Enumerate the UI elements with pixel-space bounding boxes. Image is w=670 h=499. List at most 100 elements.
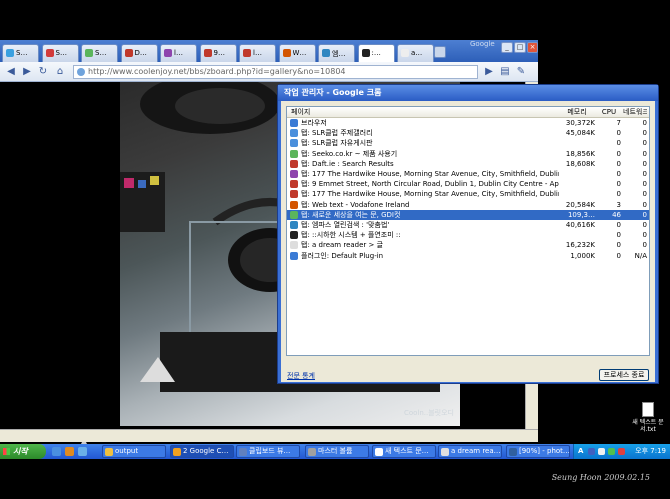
cell-page: 브라우저 (301, 119, 327, 127)
cell-cpu: 0 (616, 170, 621, 178)
cell-memory: 20,584K (565, 200, 595, 209)
taskbar-app-icon (173, 448, 181, 456)
browser-tab[interactable]: S… (41, 44, 79, 62)
horizontal-scrollbar[interactable] (0, 429, 538, 442)
cell-network: N/A (634, 251, 647, 260)
wrench-icon[interactable]: ✎ (514, 65, 528, 79)
cell-network: 0 (642, 180, 647, 189)
taskbar-button[interactable]: 2 Google C… (170, 445, 234, 458)
stats-for-nerds-link[interactable]: 전문 통계 (287, 371, 315, 381)
taskbar-button[interactable]: a dream rea… (438, 445, 502, 458)
minimize-button[interactable]: _ (501, 42, 513, 53)
table-row[interactable]: 플러그인: Default Plug-in 1,000K 0 N/A (287, 251, 649, 262)
browser-tab[interactable]: W… (278, 44, 316, 62)
tab-favicon-icon (164, 49, 172, 57)
browser-tab[interactable]: :… (357, 44, 395, 63)
col-network-header[interactable]: 네트워크 (623, 107, 647, 117)
cell-page: 탭: 177 The Hardwike House, Morning Star … (301, 170, 559, 178)
cell-memory: 40,616K (565, 221, 595, 229)
back-arrow-icon[interactable]: ◀ (4, 65, 18, 79)
table-row[interactable]: 브라우저 30,372K 7 0 (287, 118, 649, 129)
taskbar-button[interactable]: 클립보드 뷰… (236, 445, 300, 458)
table-row[interactable]: 탭: 엠파스 열린검색 : '맞춤법' 40,616K 0 0 (287, 220, 649, 231)
col-cpu-header[interactable]: CPU (597, 107, 621, 117)
quicklaunch-ie-icon[interactable] (52, 447, 61, 456)
cell-cpu: 7 (616, 119, 621, 127)
cell-cpu: 3 (616, 200, 621, 209)
taskbar-button-label: output (115, 447, 139, 455)
home-icon[interactable]: ⌂ (53, 65, 67, 79)
table-row[interactable]: 탭: a dream reader > 글 16,232K 0 0 (287, 240, 649, 251)
maximize-button[interactable]: □ (514, 42, 526, 53)
cell-memory: 18,856K (565, 149, 595, 158)
tab-label: :… (371, 49, 381, 57)
reload-icon[interactable]: ↻ (36, 65, 50, 79)
cell-network: 0 (642, 241, 647, 250)
browser-tab[interactable]: a… (397, 44, 434, 62)
tray-security-icon[interactable] (618, 448, 625, 455)
col-page-header[interactable]: 페이지 (291, 107, 559, 117)
end-process-button[interactable]: 프로세스 종료 (599, 369, 649, 381)
profile-label: Google (470, 40, 495, 48)
cell-network: 0 (642, 170, 647, 178)
table-row[interactable]: 탭: 9 Emmet Street, North Circular Road, … (287, 179, 649, 190)
system-tray: A 오후 7:19 (573, 444, 670, 459)
go-icon[interactable]: ▶ (482, 65, 496, 79)
table-row[interactable]: 탭: 177 The Hardwike House, Morning Star … (287, 189, 649, 200)
table-row[interactable]: 탭: Daft.ie : Search Results 18,608K 0 0 (287, 159, 649, 170)
browser-tab[interactable]: D… (120, 44, 158, 62)
taskbar-app-icon (441, 448, 449, 456)
page-menu-icon[interactable]: ▤ (498, 65, 512, 79)
language-indicator[interactable]: A (578, 444, 583, 459)
tray-ime-icon[interactable] (588, 448, 595, 455)
quicklaunch-desktop-icon[interactable] (78, 447, 87, 456)
taskbar-button-label: 마스터 볼륨 (318, 447, 353, 455)
table-row[interactable]: 탭: ::시하한 시스템 + 플연조미 :: 0 0 (287, 230, 649, 241)
address-bar[interactable]: http://www.coolenjoy.net/bbs/zboard.php?… (73, 65, 478, 79)
browser-tab[interactable]: S… (81, 44, 118, 62)
cell-cpu: 46 (612, 210, 621, 219)
text-file-icon (642, 402, 654, 417)
col-memory-header[interactable]: 메모리 (559, 107, 595, 117)
tab-favicon-icon (361, 49, 370, 57)
taskbar-button[interactable]: 새 텍스트 문… (372, 445, 436, 458)
browser-tab[interactable]: l… (160, 44, 197, 62)
cell-network: 0 (642, 139, 647, 148)
table-row[interactable]: 탭: SLR클럽 자유게시판 0 0 (287, 138, 649, 149)
table-row[interactable]: 탭: 177 The Hardwike House, Morning Star … (287, 169, 649, 180)
cell-page: 탭: Web text - Vodafone Ireland (301, 200, 410, 209)
tab-strip: S… S… S… D… l… 9… l… W… 엠…:… a… Google _ □ × (0, 40, 538, 63)
desktop-text-file-icon[interactable]: 새 텍스트 문서.txt (628, 402, 668, 433)
browser-tab[interactable]: 9… (199, 44, 237, 62)
tab-favicon-icon (6, 49, 14, 57)
tab-label: l… (253, 49, 262, 57)
table-row[interactable]: 탭: Seeko.co.kr ~ 제품 사용기 18,856K 0 0 (287, 149, 649, 160)
taskbar-app-icon (375, 448, 383, 456)
cell-network: 0 (642, 200, 647, 209)
browser-tab[interactable]: l… (239, 44, 276, 62)
cell-memory: 30,372K (565, 119, 595, 127)
taskbar-button-label: 새 텍스트 문… (385, 447, 429, 455)
table-row[interactable]: 탭: Web text - Vodafone Ireland 20,584K 3 0 (287, 200, 649, 211)
close-button[interactable]: × (527, 42, 538, 53)
taskbar-button[interactable]: 마스터 볼륨 (305, 445, 369, 458)
browser-tab[interactable]: 엠… (318, 44, 355, 62)
clock[interactable]: 오후 7:19 (635, 444, 666, 459)
start-button[interactable]: 시작 (0, 444, 46, 459)
table-row[interactable]: 탭: 새로운 세상을 여는 문, GDI컷 109,3… 46 0 (287, 209, 649, 221)
quicklaunch-firefox-icon[interactable] (65, 447, 74, 456)
task-manager-dialog: 작업 관리자 - Google 크롬 페이지 메모리 CPU 네트워크 브라우저… (277, 84, 659, 384)
taskbar-button[interactable]: [90%] - phot… (506, 445, 570, 458)
cell-network: 0 (642, 129, 647, 138)
forward-arrow-icon[interactable]: ▶ (20, 65, 34, 79)
tab-label: S… (16, 49, 28, 57)
cell-cpu: 0 (616, 139, 621, 148)
new-tab-button[interactable] (434, 46, 446, 58)
table-row[interactable]: 탭: SLR클럽 주제갤러리 45,084K 0 0 (287, 128, 649, 139)
tray-network-icon[interactable] (608, 448, 615, 455)
cell-page: 탭: Seeko.co.kr ~ 제품 사용기 (301, 149, 398, 158)
tab-label: 엠… (332, 50, 346, 58)
taskbar-button[interactable]: output (102, 445, 166, 458)
browser-tab[interactable]: S… (2, 44, 39, 62)
tray-volume-icon[interactable] (598, 448, 605, 455)
